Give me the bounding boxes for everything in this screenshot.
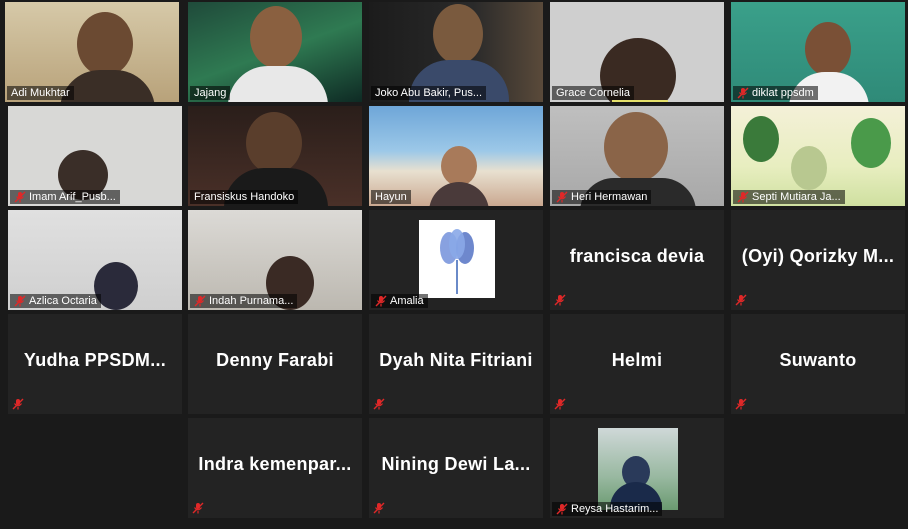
participant-name-tag: Azlica Octaria xyxy=(10,294,101,308)
participant-face xyxy=(246,112,302,174)
mic-muted-icon xyxy=(556,503,568,515)
video-tile-joko-abu-bakir[interactable]: Joko Abu Bakir, Pus... xyxy=(369,2,543,102)
video-tile-azlica-octaria[interactable]: Azlica Octaria xyxy=(8,210,182,310)
video-tile-fransiskus-handoko[interactable]: Fransiskus Handoko xyxy=(188,106,362,206)
mic-muted-icon xyxy=(375,295,387,307)
video-tile-adi-mukhtar[interactable]: Adi Mukhtar xyxy=(5,2,179,102)
participant-name: Indra kemenpar... xyxy=(198,454,352,474)
participant-name-tag: Reysa Hastarim... xyxy=(552,502,663,516)
mic-muted-icon xyxy=(735,294,747,306)
participant-name-tag: Indah Purnama... xyxy=(190,294,298,308)
video-tile-jajang[interactable]: Jajang xyxy=(188,2,362,102)
video-tile-indah-purnama[interactable]: Indah Purnama... xyxy=(188,210,362,310)
participant-name: francisca devia xyxy=(569,246,705,266)
mic-muted-icon xyxy=(194,295,206,307)
mic-muted-icon xyxy=(14,191,26,203)
participant-name-tag: diklat ppsdm xyxy=(733,86,818,100)
participant-name: Yudha PPSDM... xyxy=(23,350,167,370)
mic-muted-icon xyxy=(192,502,204,514)
speaking-indicator xyxy=(612,100,668,102)
participant-name-tag: Heri Hermawan xyxy=(552,190,652,204)
video-tile-grace-cornelia[interactable]: Grace Cornelia xyxy=(550,2,724,102)
participant-face xyxy=(433,4,483,64)
profile-picture xyxy=(419,220,495,298)
participant-face xyxy=(77,12,133,76)
mic-muted-icon xyxy=(737,87,749,99)
cartoon-pear xyxy=(791,146,827,190)
participant-name-tag: Grace Cornelia xyxy=(552,86,634,100)
video-tile-oyi-qorizky[interactable]: (Oyi) Qorizky M... xyxy=(731,210,905,310)
participant-name: Suwanto xyxy=(779,350,857,370)
participant-name-tag: Septi Mutiara Ja... xyxy=(733,190,845,204)
video-tile-denny-farabi[interactable]: Denny Farabi xyxy=(188,314,362,414)
video-tile-indra-kemenpar[interactable]: Indra kemenpar... xyxy=(188,418,362,518)
participant-face xyxy=(805,22,851,76)
participant-name: Nining Dewi La... xyxy=(381,454,531,474)
participant-name-tag: Fransiskus Handoko xyxy=(190,190,299,204)
video-tile-diklat-ppsdm[interactable]: diklat ppsdm xyxy=(731,2,905,102)
video-tile-yudha-ppsdm[interactable]: Yudha PPSDM... xyxy=(8,314,182,414)
participant-face xyxy=(250,6,302,68)
video-tile-septi-mutiara[interactable]: Septi Mutiara Ja... xyxy=(731,106,905,206)
video-tile-helmi[interactable]: Helmi xyxy=(550,314,724,414)
video-tile-reysa-hastarim[interactable]: Reysa Hastarim... xyxy=(550,418,724,518)
participant-name: Dyah Nita Fitriani xyxy=(379,350,533,370)
video-tile-dyah-nita-fitriani[interactable]: Dyah Nita Fitriani xyxy=(369,314,543,414)
video-tile-suwanto[interactable]: Suwanto xyxy=(731,314,905,414)
participant-name-tag: Amalia xyxy=(371,294,428,308)
participant-name: Denny Farabi xyxy=(216,350,334,370)
profile-picture xyxy=(598,428,678,510)
mic-muted-icon xyxy=(14,295,26,307)
mic-muted-icon xyxy=(735,398,747,410)
cartoon-tree xyxy=(851,118,891,168)
flower-icon xyxy=(440,229,474,294)
participant-name-tag: Adi Mukhtar xyxy=(7,86,74,100)
video-tile-hayun[interactable]: Hayun xyxy=(369,106,543,206)
video-tile-imam-arif[interactable]: Imam Arif_Pusb... xyxy=(8,106,182,206)
video-tile-francisca-devia[interactable]: francisca devia xyxy=(550,210,724,310)
participant-name-tag: Imam Arif_Pusb... xyxy=(10,190,120,204)
mic-muted-icon xyxy=(554,294,566,306)
video-tile-nining-dewi[interactable]: Nining Dewi La... xyxy=(369,418,543,518)
mic-muted-icon xyxy=(737,191,749,203)
participant-face xyxy=(441,146,477,186)
mic-muted-icon xyxy=(556,191,568,203)
mic-muted-icon xyxy=(373,502,385,514)
participant-name-tag: Hayun xyxy=(371,190,411,204)
participant-name: (Oyi) Qorizky M... xyxy=(741,246,895,266)
video-tile-amalia[interactable]: Amalia xyxy=(369,210,543,310)
mic-muted-icon xyxy=(12,398,24,410)
participant-name: Helmi xyxy=(611,350,663,370)
participant-name-tag: Joko Abu Bakir, Pus... xyxy=(371,86,487,100)
mic-muted-icon xyxy=(373,398,385,410)
video-tile-heri-hermawan[interactable]: Heri Hermawan xyxy=(550,106,724,206)
cartoon-tree xyxy=(743,116,779,162)
participant-name-tag: Jajang xyxy=(190,86,231,100)
mic-muted-icon xyxy=(554,398,566,410)
participant-face xyxy=(604,112,668,182)
